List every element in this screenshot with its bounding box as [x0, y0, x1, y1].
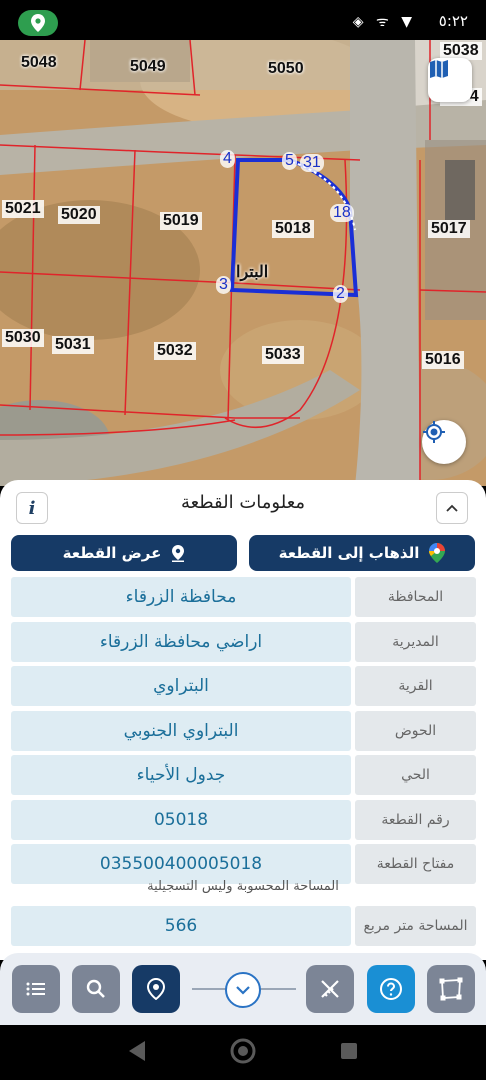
plot-label: 5016: [422, 351, 464, 369]
plot-label: 5020: [58, 206, 100, 224]
detail-label: القرية: [355, 666, 476, 706]
vertex-label: 5: [282, 152, 297, 170]
chevron-up-icon: [446, 504, 458, 512]
search-icon: [86, 979, 105, 998]
google-maps-icon: [429, 543, 446, 563]
plot-label: 5019: [160, 212, 202, 230]
plot-label-selected: 5018: [272, 220, 314, 238]
back-icon: [129, 1041, 145, 1061]
status-bar: ◈ ᯤ ▼ ٥:٢٢: [0, 0, 486, 44]
search-button[interactable]: [72, 965, 120, 1013]
chevron-down-icon: [236, 986, 250, 995]
detail-label: المحافظة: [355, 577, 476, 617]
system-navigation-bar: [0, 1025, 486, 1080]
detail-label: رقم القطعة: [355, 799, 476, 840]
dimension-label: 18: [330, 204, 354, 222]
detail-label: الحي: [355, 755, 476, 795]
measure-tools-icon: [321, 980, 339, 998]
go-to-plot-button[interactable]: الذهاب إلى القطعة: [249, 535, 475, 571]
help-button[interactable]: [367, 965, 415, 1013]
detail-value: محافظة الزرقاء: [11, 577, 351, 617]
detail-row-directorate: اراضي محافظة الزرقاء المديرية: [11, 621, 476, 662]
dimension-label: 31: [300, 154, 324, 172]
map-view[interactable]: 5048 5049 5050 5038 5034 5021 5020 5019 …: [0, 40, 486, 486]
panel-header: i معلومات القطعة: [0, 480, 486, 532]
polygon-select-button[interactable]: [427, 965, 475, 1013]
plot-label: 5048: [21, 54, 57, 71]
plot-label: 5030: [2, 329, 44, 347]
location-indicator-icon: [18, 10, 58, 36]
action-row: عرض القطعة الذهاب إلى القطعة: [11, 535, 475, 571]
detail-value: 05018: [11, 799, 351, 840]
help-icon: [380, 978, 402, 1000]
detail-label: المديرية: [355, 621, 476, 662]
my-location-button[interactable]: [422, 420, 466, 464]
bottom-toolbar: [0, 953, 486, 1025]
detail-value: البتراوي: [11, 666, 351, 706]
detail-row-plot-number: 05018 رقم القطعة: [11, 799, 476, 840]
area-note: المساحة المحسوبة وليس التسجيلية: [147, 879, 339, 894]
crosshair-icon: [423, 421, 445, 443]
vertex-label: 2: [333, 285, 348, 303]
detail-value: اراضي محافظة الزرقاء: [11, 621, 351, 662]
village-label: البترا: [236, 264, 269, 281]
vertex-label: 4: [220, 150, 235, 168]
location-pin-icon: [146, 978, 166, 1000]
detail-row-plot-key: 035500400005018 مفتاح القطعة: [11, 844, 476, 884]
status-time: ٥:٢٢: [438, 12, 468, 30]
plot-label: 5031: [52, 336, 94, 354]
recents-icon: [341, 1043, 357, 1059]
plot-details-list: محافظة الزرقاء المحافظة اراضي محافظة الز…: [11, 577, 476, 889]
plot-label: 5032: [154, 342, 196, 360]
detail-row-neighborhood: جدول الأحياء الحي: [11, 755, 476, 795]
map-icon: [430, 60, 448, 78]
show-plot-label: عرض القطعة: [62, 544, 162, 562]
plot-label: 5049: [130, 58, 166, 75]
detail-label: الحوض: [355, 710, 476, 751]
location-pin-icon: [172, 545, 185, 562]
panel-title: معلومات القطعة: [180, 492, 306, 513]
plot-label: 5050: [268, 60, 304, 77]
polygon-select-icon: [439, 977, 463, 1001]
plot-location-button[interactable]: [132, 965, 180, 1013]
go-to-plot-label: الذهاب إلى القطعة: [278, 544, 420, 562]
map-canvas: [0, 40, 486, 486]
panel-slider-knob[interactable]: [225, 972, 261, 1008]
plot-label: 5017: [428, 220, 470, 238]
detail-row-basin: البتراوي الجنوبي الحوض: [11, 710, 476, 751]
detail-label: مفتاح القطعة: [355, 844, 476, 884]
plot-label: 5021: [2, 200, 44, 218]
detail-value: جدول الأحياء: [11, 755, 351, 795]
status-icons: ◈ ᯤ ▼: [352, 14, 416, 30]
detail-value: البتراوي الجنوبي: [11, 710, 351, 751]
detail-row-area: 566 المساحة متر مربع: [11, 906, 476, 946]
collapse-button[interactable]: [436, 492, 468, 524]
plot-label: 5033: [262, 346, 304, 364]
map-layers-button[interactable]: [428, 58, 472, 102]
detail-row-village: البتراوي القرية: [11, 666, 476, 706]
detail-row-governorate: محافظة الزرقاء المحافظة: [11, 577, 476, 617]
detail-label: المساحة متر مربع: [355, 906, 476, 946]
detail-value: 566: [11, 906, 351, 946]
list-button[interactable]: [12, 965, 60, 1013]
list-icon: [26, 982, 45, 996]
detail-value: 035500400005018: [11, 844, 351, 884]
tools-button[interactable]: [306, 965, 354, 1013]
plot-info-panel: i معلومات القطعة عرض القطعة الذهاب إلى ا…: [0, 480, 486, 960]
show-plot-button[interactable]: عرض القطعة: [11, 535, 237, 571]
vertex-label: 3: [216, 276, 231, 294]
